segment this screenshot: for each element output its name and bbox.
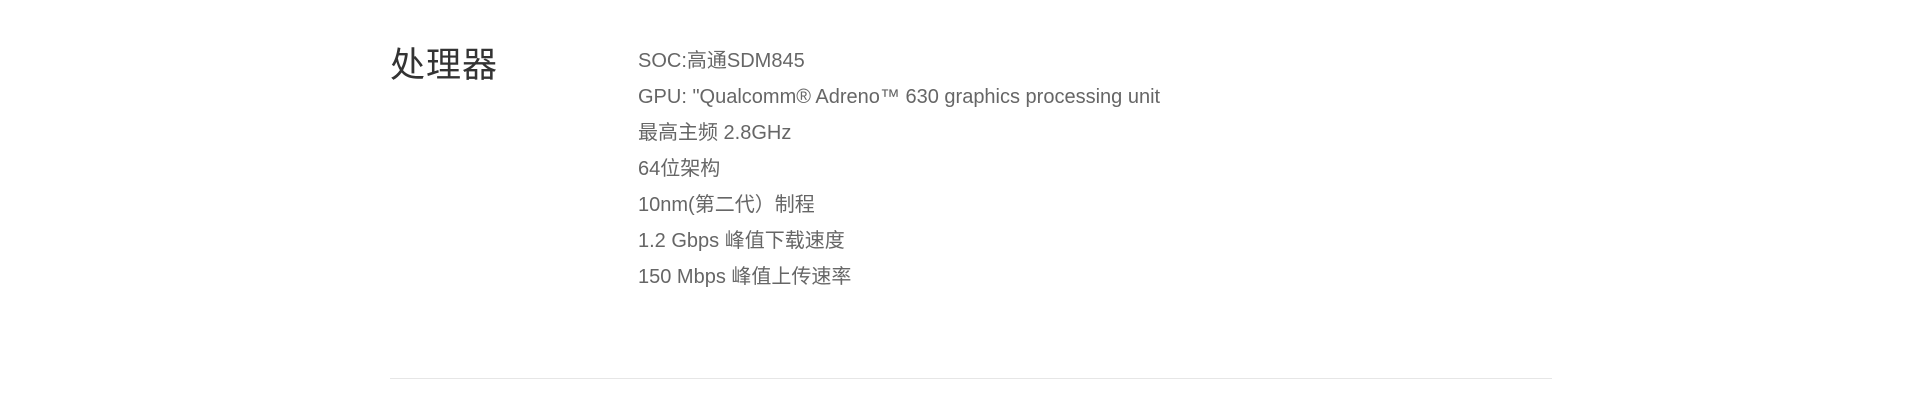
processor-spec-section: 处理器 SOC:高通SDM845 GPU: "Qualcomm® Adreno™… [390, 0, 1552, 401]
spec-item-max-frequency: 最高主频 2.8GHz [638, 122, 792, 144]
spec-item-process: 10nm(第二代）制程 [638, 194, 815, 216]
spec-list: SOC:高通SDM845 GPU: "Qualcomm® Adreno™ 630… [638, 43, 1160, 295]
spec-item-download-speed: 1.2 Gbps 峰值下载速度 [638, 230, 845, 252]
section-title: 处理器 [390, 46, 499, 85]
section-divider [390, 378, 1552, 379]
spec-item-soc: SOC:高通SDM845 [638, 50, 805, 72]
spec-item-gpu: GPU: "Qualcomm® Adreno™ 630 graphics pro… [638, 86, 1161, 108]
spec-item-upload-speed: 150 Mbps 峰值上传速率 [638, 266, 852, 288]
spec-item-architecture: 64位架构 [638, 158, 721, 180]
